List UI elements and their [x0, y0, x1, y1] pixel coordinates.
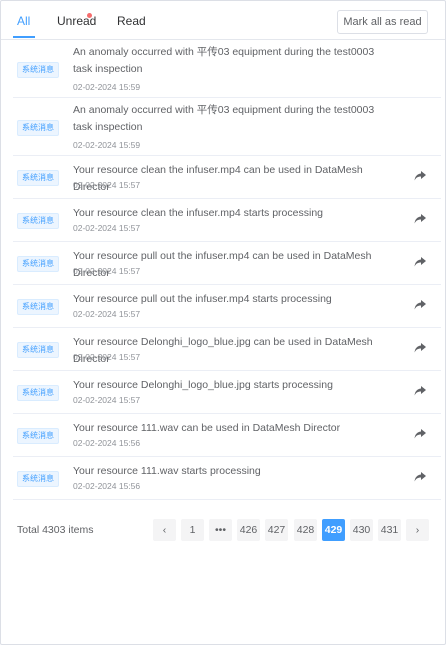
notification-item[interactable]: 系统消息 Your resource pull out the infuser.m…: [13, 242, 441, 285]
notification-text: Your resource pull out the infuser.mp4 c…: [73, 250, 372, 279]
notification-item[interactable]: 系统消息 Your resource clean the infuser.mp4 …: [13, 156, 441, 199]
page-button[interactable]: 1: [181, 519, 204, 541]
share-icon[interactable]: [413, 342, 427, 354]
mark-all-read-button[interactable]: Mark all as read: [337, 10, 428, 34]
tab-all[interactable]: All: [17, 14, 30, 28]
notification-item[interactable]: 系统消息 Your resource 111.wav starts process…: [13, 457, 441, 500]
notification-text: Your resource 111.wav starts processing: [73, 465, 261, 477]
share-icon[interactable]: [413, 213, 427, 225]
system-message-badge: 系统消息: [17, 428, 59, 444]
share-icon[interactable]: [413, 385, 427, 397]
notification-item[interactable]: 系统消息 Your resource Delonghi_logo_blue.jpg…: [13, 371, 441, 414]
notification-item[interactable]: 系统消息 Your resource 111.wav can be used in…: [13, 414, 441, 457]
notification-time: 02-02-2024 15:57: [73, 309, 141, 319]
notification-time: 02-02-2024 15:59: [73, 140, 141, 150]
notification-list: 系统消息 An anomaly occurred with 平传03 equipm…: [1, 40, 445, 500]
notification-text: Your resource Delonghi_logo_blue.jpg can…: [73, 336, 373, 365]
notification-time: 02-02-2024 15:59: [73, 82, 141, 92]
notification-text: An anomaly occurred with 平传03 equipment …: [73, 104, 375, 133]
notification-time: 02-02-2024 15:57: [73, 223, 141, 233]
system-message-badge: 系统消息: [17, 385, 59, 401]
system-message-badge: 系统消息: [17, 471, 59, 487]
notification-item[interactable]: 系统消息 An anomaly occurred with 平传03 equipm…: [13, 98, 441, 156]
notification-panel: All Unread Read Mark all as read 系统消息 An …: [0, 0, 446, 645]
system-message-badge: 系统消息: [17, 213, 59, 229]
system-message-badge: 系统消息: [17, 62, 59, 78]
notification-time: 02-02-2024 15:56: [73, 438, 141, 448]
page-button[interactable]: 431: [378, 519, 401, 541]
notification-text: Your resource clean the infuser.mp4 star…: [73, 207, 323, 219]
notification-time: 02-02-2024 15:56: [73, 481, 141, 491]
page-button[interactable]: 426: [237, 519, 260, 541]
notification-text: An anomaly occurred with 平传03 equipment …: [73, 46, 375, 75]
notification-time: 02-02-2024 15:57: [73, 266, 141, 276]
more-pages-button[interactable]: •••: [209, 519, 232, 541]
share-icon[interactable]: [413, 299, 427, 311]
next-page-button[interactable]: ›: [406, 519, 429, 541]
share-icon[interactable]: [413, 428, 427, 440]
page-button[interactable]: 430: [350, 519, 373, 541]
tab-read[interactable]: Read: [117, 14, 146, 28]
page-button[interactable]: 429: [322, 519, 345, 541]
system-message-badge: 系统消息: [17, 299, 59, 315]
notification-text: Your resource clean the infuser.mp4 can …: [73, 164, 363, 193]
notification-header: All Unread Read Mark all as read: [1, 1, 445, 40]
total-items: Total 4303 items: [17, 524, 94, 536]
notification-time: 02-02-2024 15:57: [73, 180, 141, 190]
system-message-badge: 系统消息: [17, 170, 59, 186]
notification-text: Your resource 111.wav can be used in Dat…: [73, 422, 341, 434]
share-icon[interactable]: [413, 471, 427, 483]
active-tab-indicator: [13, 36, 35, 38]
unread-dot-icon: [87, 13, 92, 18]
system-message-badge: 系统消息: [17, 120, 59, 136]
share-icon[interactable]: [413, 256, 427, 268]
page-button[interactable]: 427: [265, 519, 288, 541]
notification-text: Your resource pull out the infuser.mp4 s…: [73, 293, 332, 305]
notification-time: 02-02-2024 15:57: [73, 395, 141, 405]
notification-time: 02-02-2024 15:57: [73, 352, 141, 362]
notification-text: Your resource Delonghi_logo_blue.jpg sta…: [73, 379, 333, 391]
system-message-badge: 系统消息: [17, 342, 59, 358]
notification-item[interactable]: 系统消息 Your resource Delonghi_logo_blue.jpg…: [13, 328, 441, 371]
notification-item[interactable]: 系统消息 Your resource pull out the infuser.m…: [13, 285, 441, 328]
notification-item[interactable]: 系统消息 An anomaly occurred with 平传03 equipm…: [13, 40, 441, 98]
share-icon[interactable]: [413, 170, 427, 182]
page-button[interactable]: 428: [294, 519, 317, 541]
system-message-badge: 系统消息: [17, 256, 59, 272]
prev-page-button[interactable]: ‹: [153, 519, 176, 541]
notification-item[interactable]: 系统消息 Your resource clean the infuser.mp4 …: [13, 199, 441, 242]
